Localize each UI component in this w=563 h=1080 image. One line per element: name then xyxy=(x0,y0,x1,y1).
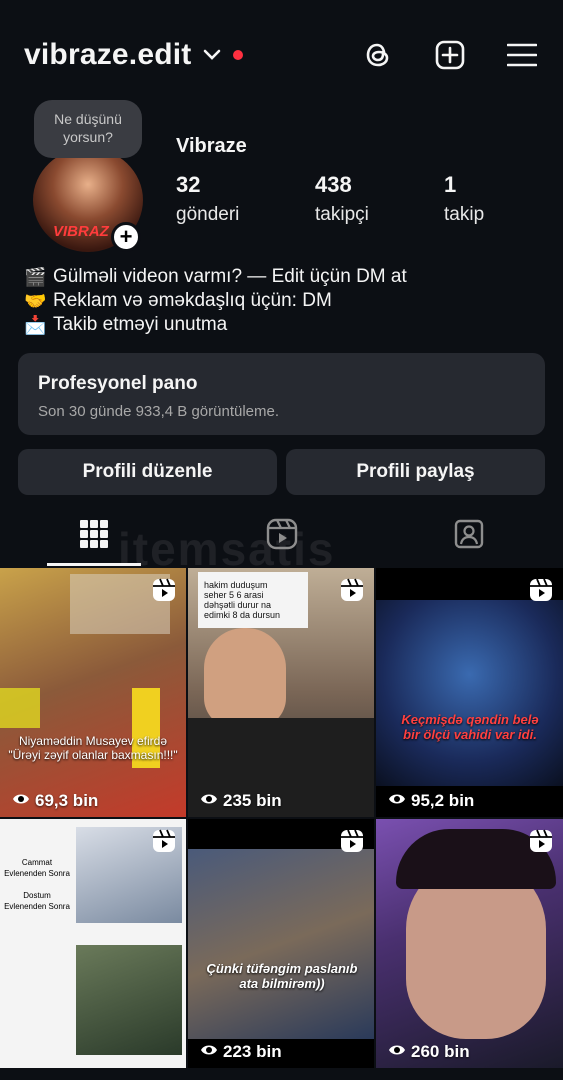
threads-icon[interactable] xyxy=(361,38,395,72)
view-count-value: 69,3 bin xyxy=(35,791,99,810)
display-name: Vibraze xyxy=(176,135,247,157)
edit-profile-button[interactable]: Profili düzenle xyxy=(18,449,277,495)
reel-icon xyxy=(340,578,364,607)
add-story-icon[interactable]: + xyxy=(111,222,141,252)
stat-followers-label: takipçi xyxy=(315,204,369,225)
tab-tagged[interactable] xyxy=(422,508,516,564)
post-caption: Niyaməddin Musayev efirdə "Ürəyi zəyif o… xyxy=(8,734,178,762)
post-caption: Keçmişdə qəndin belə bir ölçü vahidi var… xyxy=(401,712,539,742)
reel-icon xyxy=(529,578,553,607)
handshake-icon: 🤝 xyxy=(24,291,47,311)
eye-icon xyxy=(12,791,30,811)
view-count: 69,3 bin xyxy=(12,791,98,811)
stat-posts[interactable]: 32 gönderi xyxy=(176,172,239,226)
stat-following-label: takip xyxy=(444,204,485,225)
menu-icon[interactable] xyxy=(505,38,539,72)
reels-icon xyxy=(266,518,298,555)
bio-line-text: Reklam və əməkdaşlıq üçün: DM xyxy=(53,290,332,311)
add-post-icon[interactable] xyxy=(433,38,467,72)
account-username[interactable]: vibraze.edit xyxy=(24,38,191,72)
pro-dashboard-title: Profesyonel pano xyxy=(38,373,198,394)
reel-icon xyxy=(529,829,553,858)
bio-line: 📩 Takib etməyi unutma xyxy=(24,313,407,337)
stat-followers[interactable]: 438 takipçi xyxy=(315,172,369,226)
share-profile-button[interactable]: Profili paylaş xyxy=(286,449,545,495)
top-actions xyxy=(361,38,539,72)
post-tile[interactable]: hakim duduşum seher 5 6 arasi dəhşətli d… xyxy=(188,568,374,817)
notification-dot xyxy=(233,50,244,60)
view-count: 260 bin xyxy=(388,1042,470,1062)
eye-icon xyxy=(200,1042,218,1062)
grid-icon xyxy=(80,519,108,553)
eye-icon xyxy=(388,1042,406,1062)
post-tile[interactable]: 260 bin xyxy=(376,819,563,1068)
bio-line-text: Gülməli videon varmı? — Edit üçün DM at xyxy=(53,266,407,287)
post-tile[interactable]: Keçmişdə qəndin belə bir ölçü vahidi var… xyxy=(376,568,563,817)
profile-tabs: itemsatis xyxy=(0,508,563,575)
eye-icon xyxy=(200,791,218,811)
tab-reels[interactable] xyxy=(235,508,329,564)
clapper-icon: 🎬 xyxy=(24,267,47,287)
active-tab-indicator xyxy=(47,563,141,566)
post-tile[interactable]: Niyaməddin Musayev efirdə "Ürəyi zəyif o… xyxy=(0,568,186,817)
pro-dashboard-subtitle: Son 30 günde 933,4 B görüntüleme. xyxy=(38,403,280,420)
chevron-down-icon[interactable] xyxy=(203,45,223,65)
top-bar: vibraze.edit xyxy=(24,30,539,80)
professional-dashboard[interactable]: Profesyonel pano Son 30 günde 933,4 B gö… xyxy=(18,353,545,435)
reel-icon xyxy=(152,829,176,858)
bio-line: 🎬 Gülməli videon varmı? — Edit üçün DM a… xyxy=(24,265,407,289)
view-count-value: 95,2 bin xyxy=(411,791,475,810)
view-count-value: 223 bin xyxy=(223,1042,282,1061)
stat-following-value: 1 xyxy=(444,172,457,197)
tab-grid[interactable] xyxy=(47,508,141,564)
reel-icon xyxy=(340,829,364,858)
stat-posts-value: 32 xyxy=(176,172,201,197)
stat-followers-value: 438 xyxy=(315,172,352,197)
post-tile[interactable]: Çünki tüfəngim paslanıb ata bilmirəm)) 2… xyxy=(188,819,374,1068)
inbox-icon: 📩 xyxy=(24,315,47,335)
note-text: Ne düşünü yorsun? xyxy=(54,111,122,145)
post-caption: Çünki tüfəngim paslanıb ata bilmirəm)) xyxy=(206,961,358,991)
post-caption: Cammat Evlenenden Sonra Dostum Evlenende… xyxy=(4,858,70,911)
bio-line: 🤝 Reklam və əməkdaşlıq üçün: DM xyxy=(24,289,407,313)
view-count: 235 bin xyxy=(200,791,282,811)
bio: 🎬 Gülməli videon varmı? — Edit üçün DM a… xyxy=(24,265,407,337)
tagged-icon xyxy=(453,518,485,555)
view-count: 95,2 bin xyxy=(388,791,474,811)
bio-line-text: Takib etməyi unutma xyxy=(53,314,228,335)
post-caption: hakim duduşum seher 5 6 arasi dəhşətli d… xyxy=(204,580,281,620)
eye-icon xyxy=(388,791,406,811)
avatar-logo-text: VIBRAZ xyxy=(53,223,109,240)
view-count-value: 260 bin xyxy=(411,1042,470,1061)
stat-following[interactable]: 1 takip xyxy=(444,172,484,226)
view-count: 223 bin xyxy=(200,1042,282,1062)
post-tile[interactable]: Cammat Evlenenden Sonra Dostum Evlenende… xyxy=(0,819,186,1068)
view-count-value: 235 bin xyxy=(223,791,282,810)
reel-icon xyxy=(152,578,176,607)
stat-posts-label: gönderi xyxy=(176,204,240,225)
note-bubble[interactable]: Ne düşünü yorsun? xyxy=(34,100,142,158)
